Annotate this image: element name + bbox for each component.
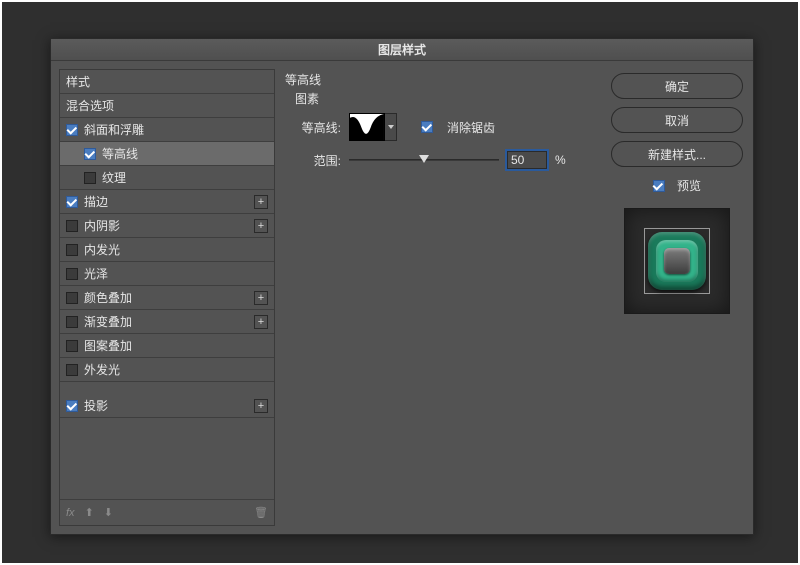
- range-slider[interactable]: [349, 153, 499, 167]
- styles-footer: fx ⬆ ⬇ 🗑: [60, 499, 274, 525]
- style-item-label: 描边: [84, 193, 108, 210]
- antialias-checkbox[interactable]: [421, 121, 433, 133]
- dialog-title: 图层样式: [51, 39, 753, 61]
- contour-dropdown-icon[interactable]: [385, 113, 397, 141]
- style-checkbox[interactable]: [66, 244, 78, 256]
- style-item[interactable]: 纹理: [60, 166, 274, 190]
- style-item[interactable]: 颜色叠加 +: [60, 286, 274, 310]
- ok-button[interactable]: 确定: [611, 73, 743, 99]
- section-title: 等高线: [285, 71, 595, 88]
- range-suffix: %: [555, 153, 566, 167]
- style-checkbox[interactable]: [66, 292, 78, 304]
- style-checkbox[interactable]: [66, 220, 78, 232]
- style-item-label: 投影: [84, 397, 108, 414]
- add-effect-icon[interactable]: +: [254, 291, 268, 305]
- style-item[interactable]: 外发光: [60, 358, 274, 382]
- styles-list: 样式 混合选项 斜面和浮雕等高线纹理描边 + 内阴影 + 内发光光泽颜色叠加 + 渐变叠加 +…: [59, 69, 275, 526]
- contour-label: 等高线:: [295, 119, 341, 136]
- arrow-up-icon[interactable]: ⬆: [85, 506, 94, 519]
- range-input[interactable]: [507, 151, 547, 169]
- range-slider-handle[interactable]: [419, 155, 429, 163]
- style-checkbox[interactable]: [66, 400, 78, 412]
- contour-picker[interactable]: [349, 113, 385, 141]
- style-item-label: 内阴影: [84, 217, 120, 234]
- antialias-label: 消除锯齿: [447, 119, 495, 136]
- blend-options-label: 混合选项: [66, 97, 114, 114]
- style-item[interactable]: 等高线: [60, 142, 274, 166]
- add-effect-icon[interactable]: +: [254, 195, 268, 209]
- cancel-button[interactable]: 取消: [611, 107, 743, 133]
- style-item-label: 等高线: [102, 145, 138, 162]
- style-gap: [60, 382, 274, 394]
- style-checkbox[interactable]: [66, 268, 78, 280]
- preview-thumbnail: [624, 208, 730, 314]
- style-item[interactable]: 图案叠加: [60, 334, 274, 358]
- style-item-label: 渐变叠加: [84, 313, 132, 330]
- style-checkbox[interactable]: [66, 364, 78, 376]
- style-item[interactable]: 斜面和浮雕: [60, 118, 274, 142]
- styles-header[interactable]: 样式: [60, 70, 274, 94]
- style-item[interactable]: 投影 +: [60, 394, 274, 418]
- style-checkbox[interactable]: [84, 172, 96, 184]
- style-item-label: 外发光: [84, 361, 120, 378]
- new-style-button[interactable]: 新建样式...: [611, 141, 743, 167]
- style-item-label: 斜面和浮雕: [84, 121, 144, 138]
- style-item[interactable]: 内阴影 +: [60, 214, 274, 238]
- style-item-label: 纹理: [102, 169, 126, 186]
- style-checkbox[interactable]: [66, 196, 78, 208]
- fx-menu-icon[interactable]: fx: [66, 507, 75, 519]
- style-item[interactable]: 光泽: [60, 262, 274, 286]
- section-subtitle: 图素: [295, 90, 595, 107]
- blend-options-row[interactable]: 混合选项: [60, 94, 274, 118]
- style-checkbox[interactable]: [84, 148, 96, 160]
- add-effect-icon[interactable]: +: [254, 315, 268, 329]
- add-effect-icon[interactable]: +: [254, 219, 268, 233]
- preview-checkbox[interactable]: [653, 180, 665, 192]
- layer-style-dialog: 图层样式 样式 混合选项 斜面和浮雕等高线纹理描边+内阴影+内发光光泽颜色叠加+…: [50, 38, 754, 535]
- styles-spacer: [60, 418, 274, 499]
- trash-icon[interactable]: 🗑: [254, 506, 268, 519]
- style-item-label: 颜色叠加: [84, 289, 132, 306]
- style-item[interactable]: 内发光: [60, 238, 274, 262]
- style-checkbox[interactable]: [66, 124, 78, 136]
- style-checkbox[interactable]: [66, 316, 78, 328]
- styles-header-label: 样式: [66, 73, 90, 90]
- add-effect-icon[interactable]: +: [254, 399, 268, 413]
- preview-label: 预览: [677, 177, 701, 194]
- dialog-buttons: 确定 取消 新建样式... 预览: [605, 69, 745, 526]
- style-item[interactable]: 描边 +: [60, 190, 274, 214]
- style-item[interactable]: 渐变叠加 +: [60, 310, 274, 334]
- style-checkbox[interactable]: [66, 340, 78, 352]
- style-item-label: 内发光: [84, 241, 120, 258]
- range-label: 范围:: [295, 152, 341, 169]
- style-item-label: 光泽: [84, 265, 108, 282]
- style-item-label: 图案叠加: [84, 337, 132, 354]
- arrow-down-icon[interactable]: ⬇: [104, 506, 113, 519]
- contour-settings-panel: 等高线 图素 等高线: 消除锯齿: [275, 69, 605, 526]
